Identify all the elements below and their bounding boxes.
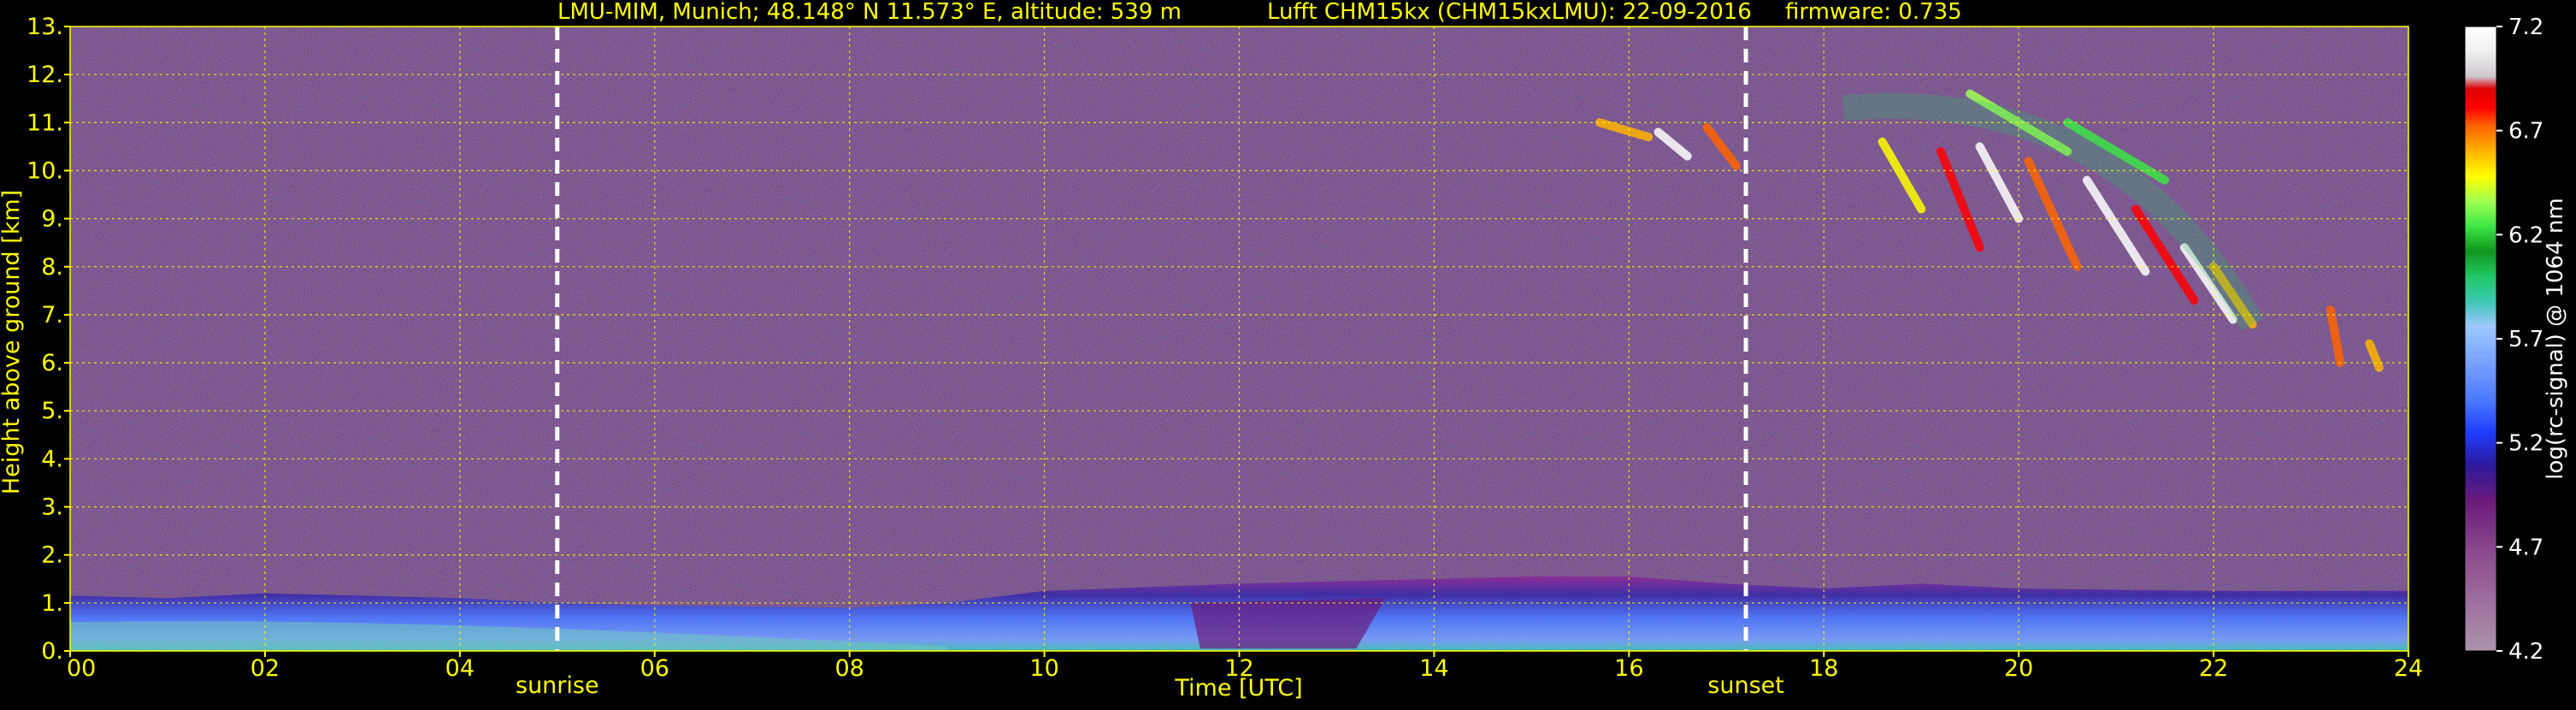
x-tick-label: 14 <box>1419 655 1448 682</box>
colorbar: 4.2 4.7 5.2 5.7 6.2 6.7 7.2 log(rc-signal) @ 1… <box>2464 15 2568 665</box>
colorbar-tick-label: 6.7 <box>2508 119 2544 145</box>
sunrise-label: sunrise <box>516 672 599 699</box>
x-tick-label: 16 <box>1614 655 1643 682</box>
x-tick-label: 02 <box>251 655 280 682</box>
x-tick-label: 08 <box>834 655 864 682</box>
y-tick-label: 8. <box>41 254 63 281</box>
colorbar-tick-label: 5.7 <box>2508 327 2544 352</box>
x-tick-label: 04 <box>445 655 475 682</box>
colorbar-tick-label: 4.2 <box>2508 639 2544 665</box>
colorbar-gradient <box>2464 26 2497 652</box>
colorbar-tick-label: 7.2 <box>2508 15 2544 40</box>
y-tick-label: 3. <box>41 494 63 521</box>
y-axis-label: Height above ground [km] <box>0 190 25 494</box>
y-tick-label: 13. <box>27 14 63 40</box>
colorbar-tick-label: 4.7 <box>2508 535 2544 560</box>
sunset-label: sunset <box>1707 672 1784 699</box>
title-firmware: firmware: 0.735 <box>1785 0 1962 25</box>
y-tick-label: 0. <box>41 638 63 665</box>
y-tick-label: 10. <box>27 157 63 184</box>
y-tick-label: 6. <box>41 350 63 376</box>
x-tick-label: 06 <box>640 655 669 682</box>
y-tick-label: 5. <box>41 398 63 424</box>
x-axis-label: Time [UTC] <box>1174 675 1302 701</box>
mixed-layer-signal <box>1190 598 1386 649</box>
y-tick-label: 9. <box>41 206 63 233</box>
y-tick-label: 11. <box>27 109 63 136</box>
x-tick-label: 10 <box>1029 655 1058 682</box>
ceilometer-plot: sunrise sunset 00 02 04 06 08 10 12 14 16 18 20 22 24 0… <box>0 0 2576 707</box>
y-tick-label: 2. <box>41 542 63 569</box>
y-tick-label: 12. <box>27 62 63 88</box>
title-site: LMU-MIM, Munich; 48.148° N 11.573° E, al… <box>557 0 1182 25</box>
colorbar-tick-label: 6.2 <box>2508 222 2544 248</box>
x-tick-label: 24 <box>2394 655 2423 682</box>
x-tick-label: 00 <box>67 655 96 682</box>
y-tick-label: 4. <box>41 446 63 472</box>
colorbar-tick-label: 5.2 <box>2508 431 2544 457</box>
x-tick-label: 22 <box>2199 655 2228 682</box>
title-instrument: Lufft CHM15kx (CHM15kxLMU): 22-09-2016 <box>1267 0 1752 25</box>
x-tick-label: 18 <box>1809 655 1838 682</box>
y-tick-label: 7. <box>41 302 63 328</box>
colorbar-label: log(rc-signal) @ 1064 nm <box>2543 198 2568 479</box>
y-tick-label: 1. <box>41 590 63 617</box>
x-tick-label: 20 <box>2004 655 2033 682</box>
ceilometer-chart: sunrise sunset00 02 04 06 08 10 12 14 16 18 20 22 240… <box>0 0 2568 701</box>
plot-area <box>70 27 2408 651</box>
